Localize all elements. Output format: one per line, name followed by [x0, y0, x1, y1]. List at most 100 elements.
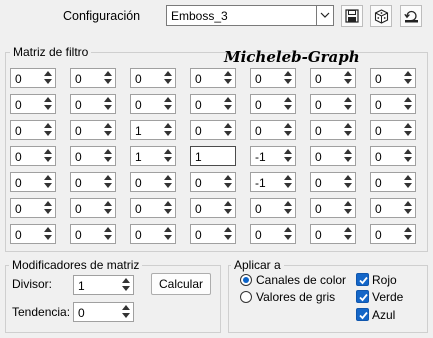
spin-down-icon[interactable]: [102, 182, 114, 190]
spin-up-icon[interactable]: [102, 174, 114, 182]
matrix-cell-spinner[interactable]: [222, 200, 234, 216]
save-preset-button[interactable]: [341, 5, 363, 27]
matrix-cell-r2-c3[interactable]: 0: [130, 94, 176, 114]
radio-gray-label[interactable]: Valores de gris: [256, 290, 335, 304]
matrix-cell-spinner[interactable]: [162, 200, 174, 216]
matrix-cell-r2-c1[interactable]: 0: [10, 94, 56, 114]
matrix-cell-r7-c4[interactable]: 0: [190, 224, 236, 244]
matrix-cell-r4-c6[interactable]: 0: [310, 146, 356, 166]
matrix-cell-r3-c4[interactable]: 0: [190, 120, 236, 140]
spin-up-icon[interactable]: [162, 200, 174, 208]
matrix-cell-spinner[interactable]: [402, 122, 414, 138]
matrix-cell-r7-c7[interactable]: 0: [370, 224, 416, 244]
preset-select[interactable]: Emboss_3: [166, 5, 334, 26]
matrix-cell-spinner[interactable]: [402, 174, 414, 190]
matrix-cell-r6-c1[interactable]: 0: [10, 198, 56, 218]
matrix-cell-r4-c4[interactable]: 1: [190, 146, 236, 166]
matrix-cell-r2-c4[interactable]: 0: [190, 94, 236, 114]
matrix-cell-r5-c4[interactable]: 0: [190, 172, 236, 192]
matrix-cell-r6-c6[interactable]: 0: [310, 198, 356, 218]
matrix-cell-spinner[interactable]: [162, 174, 174, 190]
spin-up-icon[interactable]: [42, 122, 54, 130]
spin-up-icon[interactable]: [282, 226, 294, 234]
random-button[interactable]: [370, 5, 392, 27]
spin-up-icon[interactable]: [402, 96, 414, 104]
matrix-cell-r1-c4[interactable]: 0: [190, 68, 236, 88]
matrix-cell-r3-c7[interactable]: 0: [370, 120, 416, 140]
matrix-cell-r3-c6[interactable]: 0: [310, 120, 356, 140]
matrix-cell-r2-c2[interactable]: 0: [70, 94, 116, 114]
matrix-cell-r5-c7[interactable]: 0: [370, 172, 416, 192]
spin-down-icon[interactable]: [402, 234, 414, 242]
spin-down-icon[interactable]: [222, 130, 234, 138]
matrix-cell-spinner[interactable]: [342, 200, 354, 216]
spin-up-icon[interactable]: [222, 70, 234, 78]
matrix-cell-spinner[interactable]: [162, 122, 174, 138]
matrix-cell-r1-c7[interactable]: 0: [370, 68, 416, 88]
spin-down-icon[interactable]: [42, 182, 54, 190]
check-green-label[interactable]: Verde: [372, 290, 403, 304]
matrix-cell-spinner[interactable]: [102, 148, 114, 164]
spin-up-icon[interactable]: [402, 174, 414, 182]
bias-field[interactable]: 0: [73, 302, 134, 322]
matrix-cell-spinner[interactable]: [42, 96, 54, 112]
matrix-cell-r7-c1[interactable]: 0: [10, 224, 56, 244]
matrix-cell-r6-c2[interactable]: 0: [70, 198, 116, 218]
matrix-cell-spinner[interactable]: [282, 148, 294, 164]
spin-up-icon[interactable]: [342, 70, 354, 78]
spin-down-icon[interactable]: [342, 78, 354, 86]
spin-down-icon[interactable]: [402, 104, 414, 112]
spin-up-icon[interactable]: [120, 277, 132, 285]
spin-down-icon[interactable]: [342, 234, 354, 242]
spin-up-icon[interactable]: [222, 200, 234, 208]
spin-down-icon[interactable]: [162, 208, 174, 216]
matrix-cell-spinner[interactable]: [282, 226, 294, 242]
spin-up-icon[interactable]: [282, 174, 294, 182]
spin-down-icon[interactable]: [162, 182, 174, 190]
matrix-cell-r2-c5[interactable]: 0: [250, 94, 296, 114]
spin-up-icon[interactable]: [102, 70, 114, 78]
spin-up-icon[interactable]: [162, 174, 174, 182]
matrix-cell-spinner[interactable]: [42, 70, 54, 86]
spin-up-icon[interactable]: [342, 122, 354, 130]
matrix-cell-r1-c6[interactable]: 0: [310, 68, 356, 88]
matrix-cell-r4-c3[interactable]: 1: [130, 146, 176, 166]
spin-down-icon[interactable]: [102, 130, 114, 138]
matrix-cell-r1-c1[interactable]: 0: [10, 68, 56, 88]
spin-up-icon[interactable]: [402, 122, 414, 130]
spin-up-icon[interactable]: [42, 70, 54, 78]
matrix-cell-r4-c7[interactable]: 0: [370, 146, 416, 166]
matrix-cell-r3-c5[interactable]: 0: [250, 120, 296, 140]
matrix-cell-r1-c5[interactable]: 0: [250, 68, 296, 88]
spin-down-icon[interactable]: [120, 285, 132, 293]
spin-down-icon[interactable]: [42, 208, 54, 216]
matrix-cell-r3-c1[interactable]: 0: [10, 120, 56, 140]
spin-down-icon[interactable]: [342, 130, 354, 138]
spin-up-icon[interactable]: [222, 96, 234, 104]
matrix-cell-r6-c7[interactable]: 0: [370, 198, 416, 218]
matrix-cell-spinner[interactable]: [282, 122, 294, 138]
spin-up-icon[interactable]: [162, 122, 174, 130]
matrix-cell-spinner[interactable]: [222, 122, 234, 138]
matrix-cell-spinner[interactable]: [162, 226, 174, 242]
spin-down-icon[interactable]: [342, 208, 354, 216]
matrix-cell-spinner[interactable]: [282, 70, 294, 86]
matrix-cell-spinner[interactable]: [102, 174, 114, 190]
matrix-cell-spinner[interactable]: [402, 148, 414, 164]
spin-down-icon[interactable]: [42, 156, 54, 164]
matrix-cell-r5-c1[interactable]: 0: [10, 172, 56, 192]
spin-down-icon[interactable]: [282, 234, 294, 242]
matrix-cell-spinner[interactable]: [342, 148, 354, 164]
spin-down-icon[interactable]: [402, 130, 414, 138]
matrix-cell-spinner[interactable]: [42, 122, 54, 138]
matrix-cell-spinner[interactable]: [342, 174, 354, 190]
divisor-spinner[interactable]: [120, 277, 132, 293]
matrix-cell-spinner[interactable]: [282, 96, 294, 112]
matrix-cell-r1-c2[interactable]: 0: [70, 68, 116, 88]
spin-up-icon[interactable]: [42, 226, 54, 234]
matrix-cell-spinner[interactable]: [282, 174, 294, 190]
spin-up-icon[interactable]: [342, 226, 354, 234]
matrix-cell-r1-c3[interactable]: 0: [130, 68, 176, 88]
spin-up-icon[interactable]: [402, 70, 414, 78]
matrix-cell-spinner[interactable]: [102, 70, 114, 86]
